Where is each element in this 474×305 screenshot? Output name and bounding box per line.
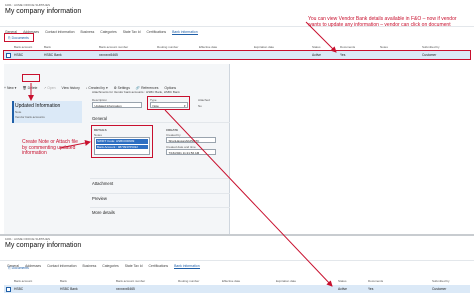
arrow-to-row: [305, 21, 337, 53]
annotation-arrows: [28, 21, 337, 287]
arrow-to-bottom-row: [164, 109, 333, 287]
arrow-to-notes: [59, 140, 91, 149]
